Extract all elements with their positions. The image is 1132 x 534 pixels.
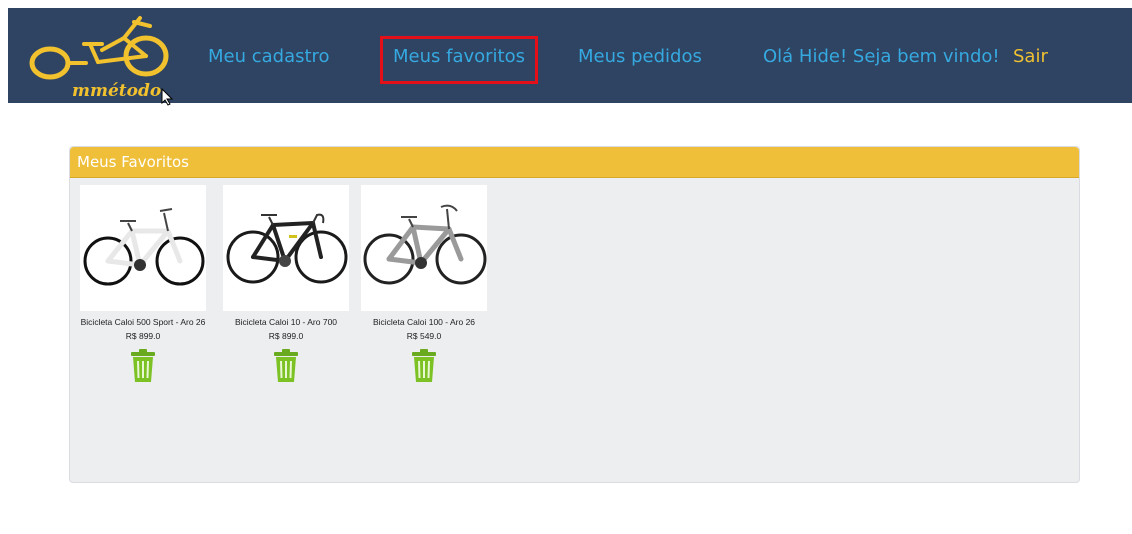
favorite-item: Bicicleta Caloi 500 Sport - Aro 26 R$ 89… xyxy=(74,185,212,383)
favorites-title: Meus Favoritos xyxy=(70,147,1079,178)
logo-text: mmétodo xyxy=(72,81,161,100)
item-name: Bicicleta Caloi 10 - Aro 700 xyxy=(234,317,338,327)
favorite-item: Bicicleta Caloi 10 - Aro 700 R$ 899.0 xyxy=(217,185,355,383)
item-price: R$ 549.0 xyxy=(406,331,442,341)
user-greeting: Olá Hide! Seja bem vindo! xyxy=(763,46,1000,67)
white-mountain-bike-icon[interactable] xyxy=(80,185,206,311)
black-road-bike-icon[interactable] xyxy=(223,185,349,311)
gray-city-bike-icon[interactable] xyxy=(361,185,487,311)
trash-icon[interactable] xyxy=(272,349,300,383)
top-navigation-bar: mmétodo Meu cadastro Meus favoritos Meus… xyxy=(8,8,1132,106)
item-price: R$ 899.0 xyxy=(125,331,161,341)
favorites-panel: Meus Favoritos Bicicleta Caloi 500 Sport… xyxy=(69,146,1080,483)
nav-meus-pedidos[interactable]: Meus pedidos xyxy=(578,46,702,67)
nav-meu-cadastro[interactable]: Meu cadastro xyxy=(208,46,330,67)
favorite-item: Bicicleta Caloi 100 - Aro 26 R$ 549.0 xyxy=(355,185,493,383)
item-price: R$ 899.0 xyxy=(268,331,304,341)
mouse-cursor-icon xyxy=(161,88,173,106)
item-name: Bicicleta Caloi 500 Sport - Aro 26 xyxy=(80,317,206,327)
logout-link[interactable]: Sair xyxy=(1013,46,1048,67)
logo[interactable]: mmétodo xyxy=(28,12,178,100)
trash-icon[interactable] xyxy=(410,349,438,383)
item-name: Bicicleta Caloi 100 - Aro 26 xyxy=(372,317,476,327)
active-nav-highlight xyxy=(380,36,538,84)
trash-icon[interactable] xyxy=(129,349,157,383)
